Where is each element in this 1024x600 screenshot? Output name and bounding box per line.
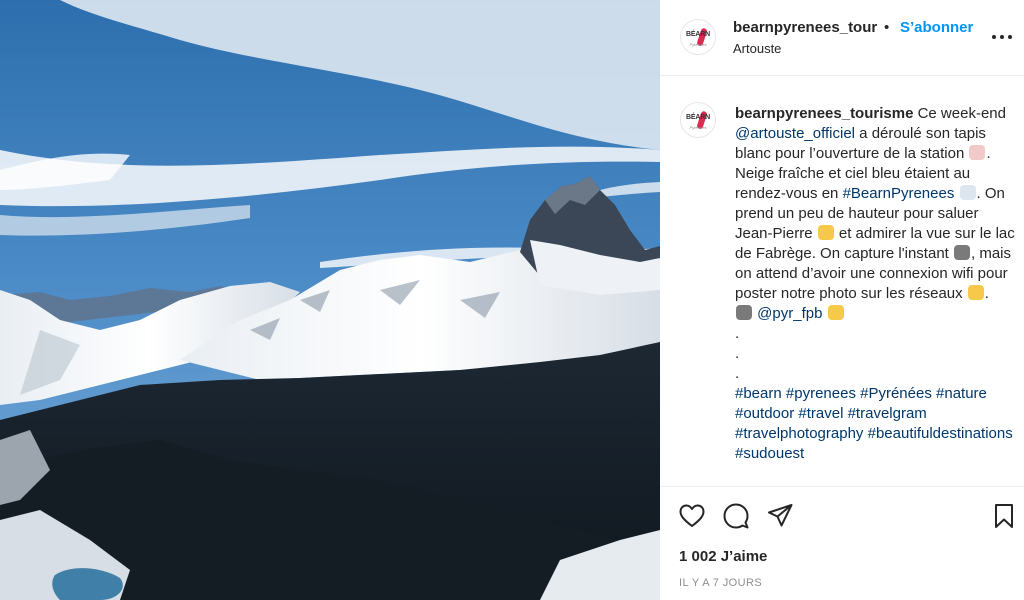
hashtag-link[interactable]: #bearn [735, 385, 782, 402]
hashtag-link[interactable]: #pyrenees [786, 385, 856, 402]
likes-count[interactable]: 1 002 J’aime [679, 548, 767, 565]
caption-dot: . [735, 325, 740, 342]
hashtag-link[interactable]: #travelphotography [735, 425, 863, 442]
hashtag-link[interactable]: #travel [798, 405, 843, 422]
avatar-logo-text: BÉARN [686, 31, 710, 38]
caption-text: Ce week-end [913, 105, 1006, 122]
hashtag-link[interactable]: #outdoor [735, 405, 794, 422]
waving-hand-emoji-icon [817, 225, 834, 240]
hashtag-link[interactable]: #nature [936, 385, 987, 402]
avatar-logo-text: BÉARN [686, 114, 710, 121]
caption-text: . [984, 285, 989, 302]
comment-icon[interactable] [722, 502, 750, 530]
caption-username[interactable]: bearnpyrenees_tourisme [735, 105, 913, 122]
camera-emoji-icon [736, 305, 752, 320]
post-header: BÉARN Pyrénées bearnpyrenees_tour • S’ab… [660, 0, 1024, 76]
mountain-landscape-image [0, 0, 660, 600]
more-options-icon[interactable] [990, 26, 1014, 46]
caption-dot: . [735, 365, 740, 382]
post-timestamp[interactable]: IL Y A 7 JOURS [679, 577, 762, 589]
header-separator: • [884, 19, 890, 36]
camera-emoji-icon [954, 245, 970, 260]
caption-area: BÉARN Pyrénées bearnpyrenees_tourisme Ce… [660, 77, 1024, 485]
caption-author-avatar[interactable]: BÉARN Pyrénées [680, 102, 716, 138]
clapping-hands-emoji-icon [827, 305, 844, 320]
heart-icon[interactable] [678, 502, 706, 530]
author-avatar[interactable]: BÉARN Pyrénées [680, 19, 716, 55]
mention-link[interactable]: @artouste_officiel [735, 125, 855, 142]
caption-dot: . [735, 345, 740, 362]
hashtag-link[interactable]: #BearnPyrenees [843, 185, 955, 202]
avatar-logo-subtext: Pyrénées [689, 125, 707, 130]
post-location[interactable]: Artouste [733, 41, 781, 56]
bookmark-icon[interactable] [990, 502, 1018, 530]
post-actions: 1 002 J’aime IL Y A 7 JOURS [660, 486, 1024, 600]
smirking-face-emoji-icon [967, 285, 984, 300]
share-icon[interactable] [766, 502, 794, 530]
hashtag-link[interactable]: #sudouest [735, 445, 804, 462]
skier-emoji-icon [969, 145, 986, 160]
snowman-emoji-icon [959, 185, 976, 200]
hashtag-link[interactable]: #Pyrénées [860, 385, 932, 402]
avatar-logo-subtext: Pyrénées [689, 42, 707, 47]
hashtag-link[interactable]: #beautifuldestinations [868, 425, 1013, 442]
hashtag-link[interactable]: #travelgram [848, 405, 927, 422]
follow-button[interactable]: S’abonner [900, 19, 973, 36]
post-details-panel: BÉARN Pyrénées bearnpyrenees_tour • S’ab… [660, 0, 1024, 600]
post-photo[interactable] [0, 0, 660, 600]
author-username[interactable]: bearnpyrenees_tour [733, 19, 883, 36]
mention-link[interactable]: @pyr_fpb [757, 305, 822, 322]
post-caption: bearnpyrenees_tourisme Ce week-end @arto… [735, 104, 1020, 464]
